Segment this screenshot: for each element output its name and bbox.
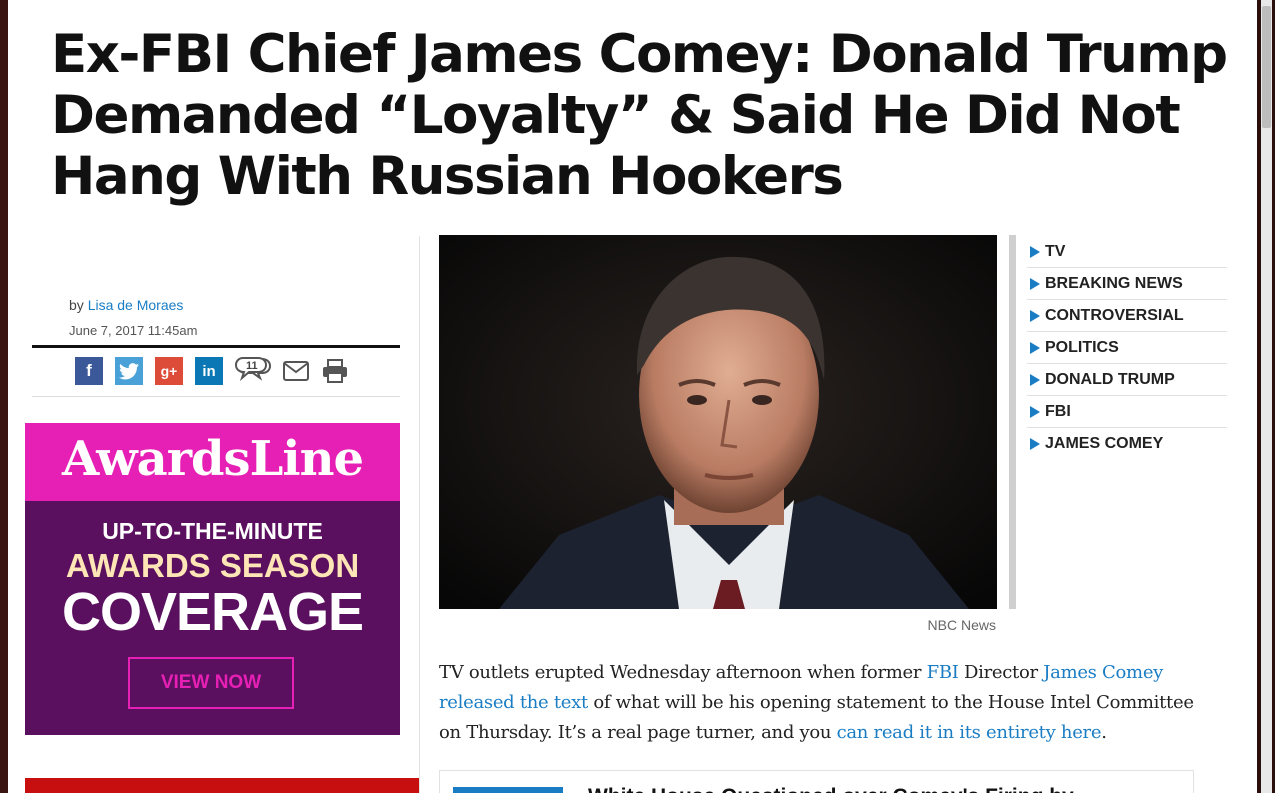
related-thumbnail [453, 787, 563, 793]
byline-divider [32, 345, 400, 348]
tag-label: POLITICS [1045, 339, 1119, 356]
tag-fbi[interactable]: FBI [1027, 396, 1227, 428]
scrollbar[interactable] [1257, 0, 1275, 793]
tag-label: DONALD TRUMP [1045, 371, 1175, 388]
released-text-link[interactable]: released the text [439, 692, 588, 713]
publish-date: June 7, 2017 11:45am [69, 323, 198, 338]
tag-arrow-icon [1030, 374, 1040, 386]
body-text-segment: Director [958, 662, 1044, 683]
ad-line-2: AWARDS SEASON [65, 547, 360, 584]
tag-label: CONTROVERSIAL [1045, 307, 1184, 324]
facebook-share-button[interactable]: f [75, 357, 103, 385]
article-headline: Ex-FBI Chief James Comey: Donald Trump D… [51, 24, 1228, 207]
byline-prefix: by [69, 297, 84, 313]
tag-label: FBI [1045, 403, 1071, 420]
fbi-link[interactable]: FBI [927, 662, 959, 683]
googleplus-share-button[interactable]: g+ [155, 357, 183, 385]
print-button[interactable] [321, 357, 349, 385]
tag-controversial[interactable]: CONTROVERSIAL [1027, 300, 1227, 332]
print-icon [323, 359, 347, 383]
tag-arrow-icon [1030, 438, 1040, 450]
ad-line-1: UP-TO-THE-MINUTE [102, 518, 323, 544]
tag-james-comey[interactable]: JAMES COMEY [1027, 428, 1227, 460]
tag-label: BREAKING NEWS [1045, 275, 1183, 292]
tag-arrow-icon [1030, 406, 1040, 418]
googleplus-icon: g+ [160, 363, 178, 379]
tag-breaking-news[interactable]: BREAKING NEWS [1027, 268, 1227, 300]
awardsline-ad[interactable]: AwardsLine UP-TO-THE-MINUTE AWARDS SEASO… [25, 423, 400, 735]
tag-arrow-icon [1030, 310, 1040, 322]
twitter-share-button[interactable] [115, 357, 143, 385]
email-share-button[interactable] [281, 357, 311, 385]
ad-logo: AwardsLine [61, 431, 364, 487]
tag-label: JAMES COMEY [1045, 435, 1164, 452]
body-text-segment: . [1101, 722, 1107, 743]
comments-button[interactable]: 11 [235, 357, 271, 385]
scrollbar-thumb[interactable] [1262, 6, 1271, 128]
ad-view-now-button[interactable]: VIEW NOW [128, 657, 294, 709]
tag-list: TV BREAKING NEWS CONTROVERSIAL POLITICS … [1027, 236, 1227, 460]
article-photo [439, 235, 997, 609]
linkedin-share-button[interactable]: in [195, 357, 223, 385]
tag-label: TV [1045, 243, 1066, 260]
facebook-icon: f [86, 361, 92, 380]
twitter-icon [119, 362, 139, 379]
tag-tv[interactable]: TV [1027, 236, 1227, 268]
related-article-card[interactable]: White House Questioned over Comey's Firi… [439, 770, 1194, 793]
author-link[interactable]: Lisa de Moraes [88, 297, 184, 313]
byline: by Lisa de Moraes [69, 297, 183, 313]
tag-arrow-icon [1030, 342, 1040, 354]
ad-line-3: COVERAGE [61, 582, 364, 642]
comments-icon: 11 [235, 357, 271, 382]
related-title[interactable]: White House Questioned over Comey's Firi… [588, 785, 1097, 793]
tag-arrow-icon [1030, 246, 1040, 258]
comment-count: 11 [246, 360, 258, 372]
ad-logo-band: AwardsLine [25, 423, 400, 501]
tag-donald-trump[interactable]: DONALD TRUMP [1027, 364, 1227, 396]
mail-icon [283, 361, 309, 381]
column-divider [419, 236, 420, 793]
body-text-segment: TV outlets erupted Wednesday afternoon w… [439, 662, 927, 683]
linkedin-icon: in [202, 362, 216, 380]
tag-politics[interactable]: POLITICS [1027, 332, 1227, 364]
tags-accent-bar [1009, 235, 1016, 609]
james-comey-link[interactable]: James Comey [1043, 662, 1163, 683]
share-divider [32, 396, 400, 397]
article-paragraph: TV outlets erupted Wednesday afternoon w… [439, 658, 1199, 748]
photo-caption: NBC News [927, 617, 996, 633]
tag-arrow-icon [1030, 278, 1040, 290]
article-page: Ex-FBI Chief James Comey: Donald Trump D… [8, 0, 1257, 793]
secondary-ad[interactable] [25, 778, 419, 793]
read-entirety-link[interactable]: can read it in its entirety here [837, 722, 1102, 743]
